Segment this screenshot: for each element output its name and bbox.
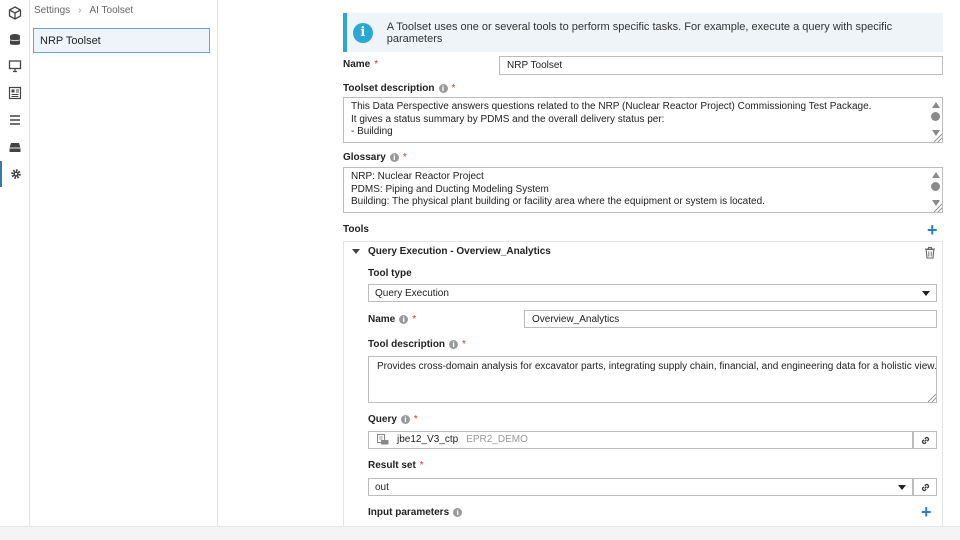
resize-handle-icon[interactable] [934, 134, 942, 142]
desc-line: It gives a status summary by PDMS and th… [351, 113, 665, 125]
breadcrumb-current: AI Toolset [89, 5, 134, 16]
tool-desc-line: Provides cross-domain analysis for excav… [377, 361, 937, 372]
result-set-select[interactable]: out [368, 478, 913, 496]
glossary-line: PDMS: Piping and Ducting Modeling System [351, 183, 549, 195]
help-icon[interactable]: i [399, 315, 409, 324]
monitor-icon[interactable] [0, 53, 30, 79]
info-banner: i A Toolset uses one or several tools to… [343, 13, 943, 52]
tool-name-label: Name i * [368, 314, 417, 325]
add-tool-button[interactable]: + [927, 221, 938, 239]
tools-label: Tools [343, 224, 369, 235]
info-text: A Toolset uses one or several tools to p… [386, 20, 893, 45]
help-icon[interactable]: i [389, 153, 399, 162]
add-input-parameter-button[interactable]: + [921, 503, 932, 521]
toolset-description-textarea[interactable]: This Data Perspective answers questions … [343, 97, 943, 143]
status-strip [0, 526, 960, 540]
tool-type-label: Tool type [368, 268, 412, 279]
desc-line: - Building [351, 126, 393, 138]
scroll-up-icon[interactable] [932, 172, 940, 178]
glossary-line: NRP: Nuclear Reactor Project [351, 171, 484, 182]
toolset-name-input[interactable]: NRP Toolset [499, 56, 943, 75]
glossary-textarea[interactable]: NRP: Nuclear Reactor Project PDMS: Pipin… [343, 167, 943, 213]
desc-line: This Data Perspective answers questions … [351, 101, 872, 112]
name-label: Name * [343, 59, 379, 70]
query-link-button[interactable] [913, 431, 937, 449]
nav-item-nrp-toolset[interactable]: NRP Toolset [33, 28, 210, 53]
tool-header-title: Query Execution - Overview_Analytics [368, 246, 551, 257]
resize-handle-icon[interactable] [928, 394, 936, 402]
query-icon [377, 434, 389, 445]
info-icon: i [353, 22, 373, 43]
scroll-thumb[interactable] [931, 112, 940, 121]
query-field[interactable]: jbe12_V3_ctp EPR2_DEMO [368, 431, 913, 449]
database-icon[interactable] [0, 27, 30, 53]
tool-name-input[interactable]: Overview_Analytics [524, 310, 937, 328]
nav-panel: Settings › AI Toolset NRP Toolset [30, 0, 246, 526]
help-icon[interactable]: i [400, 415, 410, 424]
link-icon [921, 436, 929, 444]
list-icon[interactable] [0, 107, 30, 133]
tool-panel: Query Execution - Overview_Analytics Too… [343, 241, 943, 526]
gear-icon[interactable] [0, 161, 30, 187]
help-icon[interactable]: i [449, 340, 459, 349]
tool-description-textarea[interactable]: Provides cross-domain analysis for excav… [368, 356, 937, 403]
chevron-right-icon: › [78, 5, 82, 16]
tray-icon[interactable] [0, 134, 30, 160]
dashboard-icon[interactable] [0, 80, 30, 106]
main-content: i A Toolset uses one or several tools to… [218, 0, 960, 526]
tool-description-label: Tool description i * [368, 339, 466, 350]
help-icon[interactable]: i [453, 508, 463, 517]
chevron-down-icon [898, 485, 906, 490]
tool-type-select[interactable]: Query Execution [368, 284, 937, 302]
result-set-label: Result set * [368, 460, 424, 471]
app-window: Settings › AI Toolset NRP Toolset i A To… [0, 0, 960, 540]
chevron-down-icon[interactable] [352, 249, 360, 254]
tool-header[interactable]: Query Execution - Overview_Analytics [352, 246, 551, 257]
query-value: jbe12_V3_ctp EPR2_DEMO [377, 434, 904, 445]
input-parameters-label: Input parameters i [368, 507, 463, 518]
toolset-description-label: Toolset description i * [343, 83, 456, 94]
icon-rail [0, 0, 30, 526]
query-label: Query i * [368, 414, 418, 425]
scroll-up-icon[interactable] [932, 102, 940, 108]
query-database: EPR2_DEMO [466, 434, 528, 445]
required-mark: * [374, 59, 379, 70]
chevron-down-icon [922, 291, 930, 296]
breadcrumb: Settings › AI Toolset [34, 5, 133, 16]
link-icon [921, 483, 929, 491]
result-set-link-button[interactable] [913, 478, 937, 496]
glossary-line: Building: The physical plant building or… [351, 196, 765, 208]
query-name: jbe12_V3_ctp [397, 434, 459, 445]
resize-handle-icon[interactable] [934, 204, 942, 212]
scroll-thumb[interactable] [931, 182, 940, 191]
trash-icon[interactable] [924, 246, 936, 259]
breadcrumb-settings[interactable]: Settings [34, 5, 70, 16]
glossary-label: Glossary i * [343, 152, 407, 163]
help-icon[interactable]: i [438, 84, 448, 93]
cube-icon[interactable] [0, 0, 30, 26]
